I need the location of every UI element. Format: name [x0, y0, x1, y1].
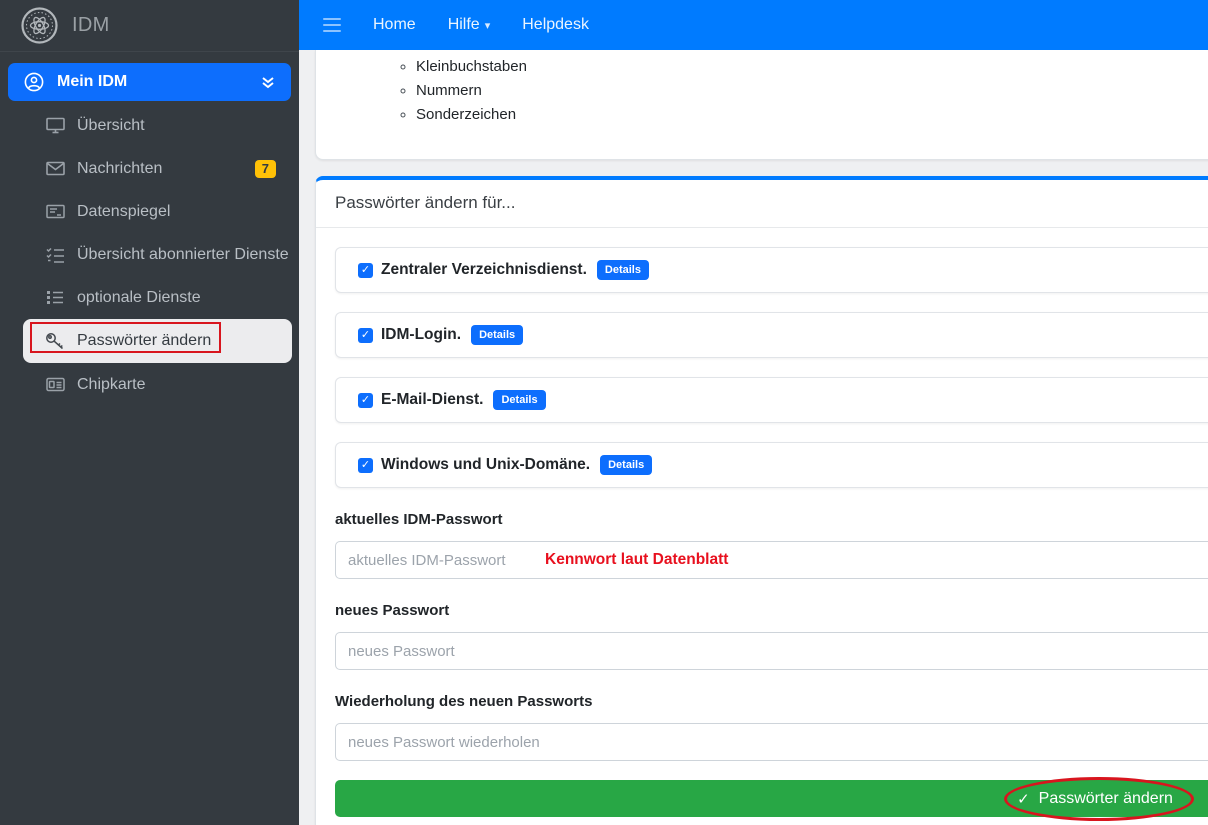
- service-label: E-Mail-Dienst.: [381, 391, 483, 409]
- service-row-idm-login: ✓ IDM-Login. Details: [335, 312, 1208, 358]
- data-card-icon: [45, 204, 65, 219]
- sidebar-item-uebersicht[interactable]: Übersicht: [8, 104, 291, 147]
- nav-link-label: Home: [373, 16, 416, 34]
- service-checkbox[interactable]: ✓: [358, 393, 373, 408]
- sidebar-item-abonnierte-dienste[interactable]: Übersicht abonnierter Dienste: [8, 233, 291, 276]
- nav-link-home[interactable]: Home: [373, 16, 416, 34]
- change-passwords-card: Passwörter ändern für... ✓ Zentraler Ver…: [315, 176, 1208, 825]
- sidebar-item-label: Übersicht abonnierter Dienste: [77, 246, 289, 264]
- caret-down-icon: ▾: [485, 19, 491, 32]
- sidebar-item-chipkarte[interactable]: Chipkarte: [8, 363, 291, 406]
- sidebar-item-label: Passwörter ändern: [77, 332, 211, 350]
- brand: IDM: [0, 0, 299, 52]
- current-password-input[interactable]: [335, 541, 1208, 579]
- app-title: IDM: [72, 14, 110, 37]
- service-checkbox[interactable]: ✓: [358, 328, 373, 343]
- password-rules-list: Kleinbuchstaben Nummern Sonderzeichen: [316, 55, 1208, 127]
- service-row-email: ✓ E-Mail-Dienst. Details: [335, 377, 1208, 423]
- sidebar-item-datenspiegel[interactable]: Datenspiegel: [8, 190, 291, 233]
- new-password-label: neues Passwort: [335, 602, 1208, 619]
- sidebar-item-label: Chipkarte: [77, 376, 145, 394]
- password-rules-card: Kleinbuchstaben Nummern Sonderzeichen: [315, 50, 1208, 160]
- password-rule-item: Kleinbuchstaben: [416, 55, 1208, 79]
- list-icon: [45, 290, 65, 305]
- card-body: ✓ Zentraler Verzeichnisdienst. Details ✓…: [316, 228, 1208, 825]
- nav-link-label: Hilfe: [448, 16, 480, 34]
- card-title: Passwörter ändern für...: [316, 180, 1208, 228]
- nav-link-helpdesk[interactable]: Helpdesk: [522, 16, 589, 34]
- repeat-password-input[interactable]: [335, 723, 1208, 761]
- service-checkbox[interactable]: ✓: [358, 458, 373, 473]
- service-row-verzeichnisdienst: ✓ Zentraler Verzeichnisdienst. Details: [335, 247, 1208, 293]
- main-content: Kleinbuchstaben Nummern Sonderzeichen Pa…: [315, 50, 1208, 825]
- hamburger-menu-icon[interactable]: [323, 14, 341, 36]
- nav-link-hilfe[interactable]: Hilfe ▾: [448, 16, 491, 34]
- university-seal-logo: [21, 7, 58, 44]
- unread-count-badge: 7: [255, 160, 276, 178]
- repeat-password-label: Wiederholung des neuen Passworts: [335, 693, 1208, 710]
- sidebar-item-label: Nachrichten: [77, 160, 162, 178]
- sidebar: IDM Mein IDM Übersicht: [0, 0, 299, 825]
- sidebar-item-nachrichten[interactable]: Nachrichten 7: [8, 147, 291, 190]
- checklist-icon: [45, 247, 65, 263]
- sidebar-item-label: Datenspiegel: [77, 203, 170, 221]
- details-button[interactable]: Details: [493, 390, 545, 410]
- service-row-windows-unix: ✓ Windows und Unix-Domäne. Details: [335, 442, 1208, 488]
- sidebar-item-optionale-dienste[interactable]: optionale Dienste: [8, 276, 291, 319]
- top-navbar: Home Hilfe ▾ Helpdesk: [299, 0, 1208, 50]
- service-label: IDM-Login.: [381, 326, 461, 344]
- nav-link-label: Helpdesk: [522, 16, 589, 34]
- current-password-label: aktuelles IDM-Passwort: [335, 511, 1208, 528]
- chevron-double-down-icon: [261, 76, 275, 89]
- mein-idm-button[interactable]: Mein IDM: [8, 63, 291, 101]
- sidebar-item-passwoerter-aendern[interactable]: Passwörter ändern: [23, 319, 292, 363]
- details-button[interactable]: Details: [597, 260, 649, 280]
- submit-button-label: Passwörter ändern: [1039, 790, 1173, 808]
- service-checkbox[interactable]: ✓: [358, 263, 373, 278]
- envelope-icon: [45, 161, 65, 176]
- sidebar-nav: Übersicht Nachrichten 7 Datenspiegel: [0, 104, 299, 406]
- service-label: Windows und Unix-Domäne.: [381, 456, 590, 474]
- id-card-icon: [45, 377, 65, 392]
- password-rule-item: Sonderzeichen: [416, 103, 1208, 127]
- mein-idm-label: Mein IDM: [57, 73, 127, 91]
- details-button[interactable]: Details: [600, 455, 652, 475]
- service-label: Zentraler Verzeichnisdienst.: [381, 261, 587, 279]
- monitor-icon: [45, 117, 65, 134]
- sidebar-item-label: Übersicht: [77, 117, 145, 135]
- password-rule-item: Nummern: [416, 79, 1208, 103]
- person-circle-icon: [24, 72, 44, 92]
- change-passwords-submit-button[interactable]: ✓ Passwörter ändern: [335, 780, 1208, 817]
- details-button[interactable]: Details: [471, 325, 523, 345]
- key-icon: [45, 332, 65, 350]
- new-password-input[interactable]: [335, 632, 1208, 670]
- check-icon: ✓: [1017, 790, 1030, 808]
- sidebar-item-label: optionale Dienste: [77, 289, 201, 307]
